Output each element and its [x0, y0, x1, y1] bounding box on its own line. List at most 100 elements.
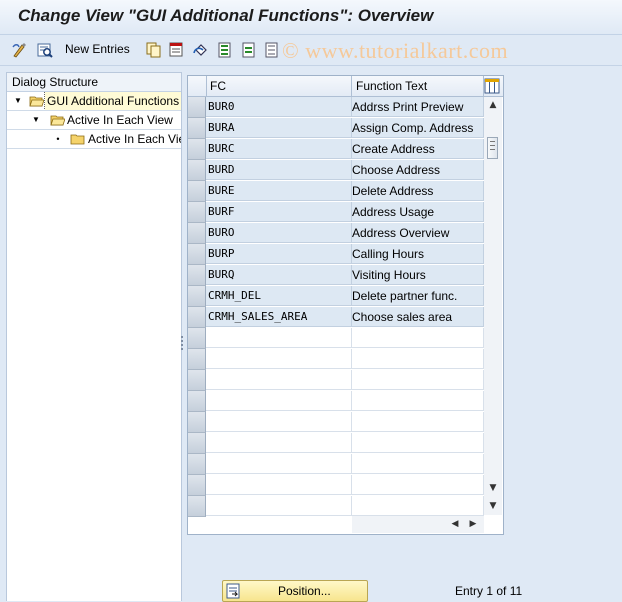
new-entries-button[interactable]: New Entries [65, 42, 130, 56]
cell-function-text[interactable] [352, 475, 484, 495]
cell-fc[interactable] [206, 496, 352, 516]
table-row[interactable]: CRMH_DEL Delete partner func. [188, 286, 484, 307]
scroll-up-icon[interactable]: ▲ [486, 98, 500, 112]
table-row[interactable] [188, 496, 484, 517]
row-selector[interactable] [188, 454, 206, 475]
cell-fc[interactable]: BURA [206, 118, 352, 138]
table-row[interactable]: BURE Delete Address [188, 181, 484, 202]
cell-fc[interactable] [206, 328, 352, 348]
table-row[interactable] [188, 370, 484, 391]
table-row[interactable]: BURQ Visiting Hours [188, 265, 484, 286]
scroll-down-icon[interactable]: ▼ [486, 481, 500, 495]
row-selector[interactable] [188, 139, 206, 160]
cell-fc[interactable]: BURE [206, 181, 352, 201]
tree-item-active-in-each-view-sub[interactable]: • Active In Each View [7, 130, 181, 149]
row-selector[interactable] [188, 223, 206, 244]
table-row[interactable] [188, 349, 484, 370]
select-all-icon[interactable] [216, 41, 234, 59]
table-row[interactable]: BURO Address Overview [188, 223, 484, 244]
cell-fc[interactable]: BUR0 [206, 97, 352, 117]
column-header-fc[interactable]: FC [206, 76, 352, 96]
row-selector[interactable] [188, 244, 206, 265]
row-selector[interactable] [188, 475, 206, 496]
cell-function-text[interactable]: Address Usage [352, 202, 484, 222]
cell-fc[interactable] [206, 370, 352, 390]
row-selector[interactable] [188, 370, 206, 391]
cell-function-text[interactable] [352, 391, 484, 411]
panel-splitter[interactable] [180, 334, 184, 352]
tree-item-gui-additional-functions[interactable]: ▼ GUI Additional Functions [7, 92, 181, 111]
position-button[interactable]: Position... [222, 580, 368, 602]
table-row[interactable]: BURD Choose Address [188, 160, 484, 181]
cell-function-text[interactable]: Delete Address [352, 181, 484, 201]
vertical-scrollbar[interactable]: ▲ ▼ ▼ [484, 97, 502, 515]
cell-function-text[interactable] [352, 496, 484, 516]
row-selector[interactable] [188, 328, 206, 349]
cell-function-text[interactable] [352, 349, 484, 369]
cell-function-text[interactable]: Calling Hours [352, 244, 484, 264]
table-row[interactable]: BURP Calling Hours [188, 244, 484, 265]
cell-fc[interactable]: BURP [206, 244, 352, 264]
row-selector[interactable] [188, 97, 206, 118]
table-row[interactable] [188, 475, 484, 496]
cell-function-text[interactable]: Choose sales area [352, 307, 484, 327]
cell-function-text[interactable] [352, 454, 484, 474]
display-change-icon[interactable] [11, 41, 29, 59]
details-icon[interactable] [36, 41, 54, 59]
table-row[interactable] [188, 412, 484, 433]
scroll-right-icon[interactable]: ▶ [466, 517, 480, 531]
table-row[interactable]: BURF Address Usage [188, 202, 484, 223]
table-row[interactable]: BURC Create Address [188, 139, 484, 160]
table-row[interactable] [188, 391, 484, 412]
cell-fc[interactable] [206, 454, 352, 474]
column-header-function-text[interactable]: Function Text [352, 76, 484, 96]
cell-function-text[interactable] [352, 433, 484, 453]
scroll-down-icon[interactable]: ▼ [486, 499, 500, 513]
table-row[interactable]: BUR0 Addrss Print Preview [188, 97, 484, 118]
deselect-all-icon[interactable] [263, 41, 281, 59]
row-selector[interactable] [188, 181, 206, 202]
cell-fc[interactable]: CRMH_SALES_AREA [206, 307, 352, 327]
row-selector[interactable] [188, 286, 206, 307]
cell-fc[interactable]: BURF [206, 202, 352, 222]
scroll-left-icon[interactable]: ◀ [448, 517, 462, 531]
row-selector[interactable] [188, 349, 206, 370]
row-selector[interactable] [188, 391, 206, 412]
select-block-icon[interactable] [240, 41, 258, 59]
cell-fc[interactable]: BURD [206, 160, 352, 180]
cell-function-text[interactable]: Create Address [352, 139, 484, 159]
table-row[interactable]: CRMH_SALES_AREA Choose sales area [188, 307, 484, 328]
table-row[interactable] [188, 454, 484, 475]
cell-function-text[interactable] [352, 370, 484, 390]
row-selector[interactable] [188, 160, 206, 181]
row-selector[interactable] [188, 202, 206, 223]
table-row[interactable] [188, 328, 484, 349]
cell-fc[interactable] [206, 433, 352, 453]
cell-function-text[interactable] [352, 412, 484, 432]
cell-fc[interactable]: CRMH_DEL [206, 286, 352, 306]
table-settings-icon[interactable] [484, 78, 500, 94]
copy-as-icon[interactable] [145, 41, 163, 59]
row-selector[interactable] [188, 307, 206, 328]
expand-arrow-icon[interactable]: ▼ [13, 92, 23, 110]
table-row[interactable]: BURA Assign Comp. Address [188, 118, 484, 139]
row-selector[interactable] [188, 496, 206, 517]
expand-arrow-icon[interactable]: ▼ [31, 111, 41, 129]
row-selector[interactable] [188, 118, 206, 139]
cell-fc[interactable] [206, 412, 352, 432]
row-selector[interactable] [188, 412, 206, 433]
cell-fc[interactable] [206, 475, 352, 495]
cell-function-text[interactable] [352, 328, 484, 348]
undo-change-icon[interactable] [192, 41, 210, 59]
select-all-rows-cell[interactable] [188, 76, 207, 96]
cell-fc[interactable]: BURO [206, 223, 352, 243]
tree-item-active-in-each-view[interactable]: ▼ Active In Each View [7, 111, 181, 130]
horizontal-scrollbar[interactable]: ◀ ▶ [352, 516, 484, 533]
cell-fc[interactable] [206, 349, 352, 369]
table-row[interactable] [188, 433, 484, 454]
cell-function-text[interactable]: Assign Comp. Address [352, 118, 484, 138]
cell-function-text[interactable]: Visiting Hours [352, 265, 484, 285]
cell-function-text[interactable]: Address Overview [352, 223, 484, 243]
cell-function-text[interactable]: Addrss Print Preview [352, 97, 484, 117]
row-selector[interactable] [188, 433, 206, 454]
